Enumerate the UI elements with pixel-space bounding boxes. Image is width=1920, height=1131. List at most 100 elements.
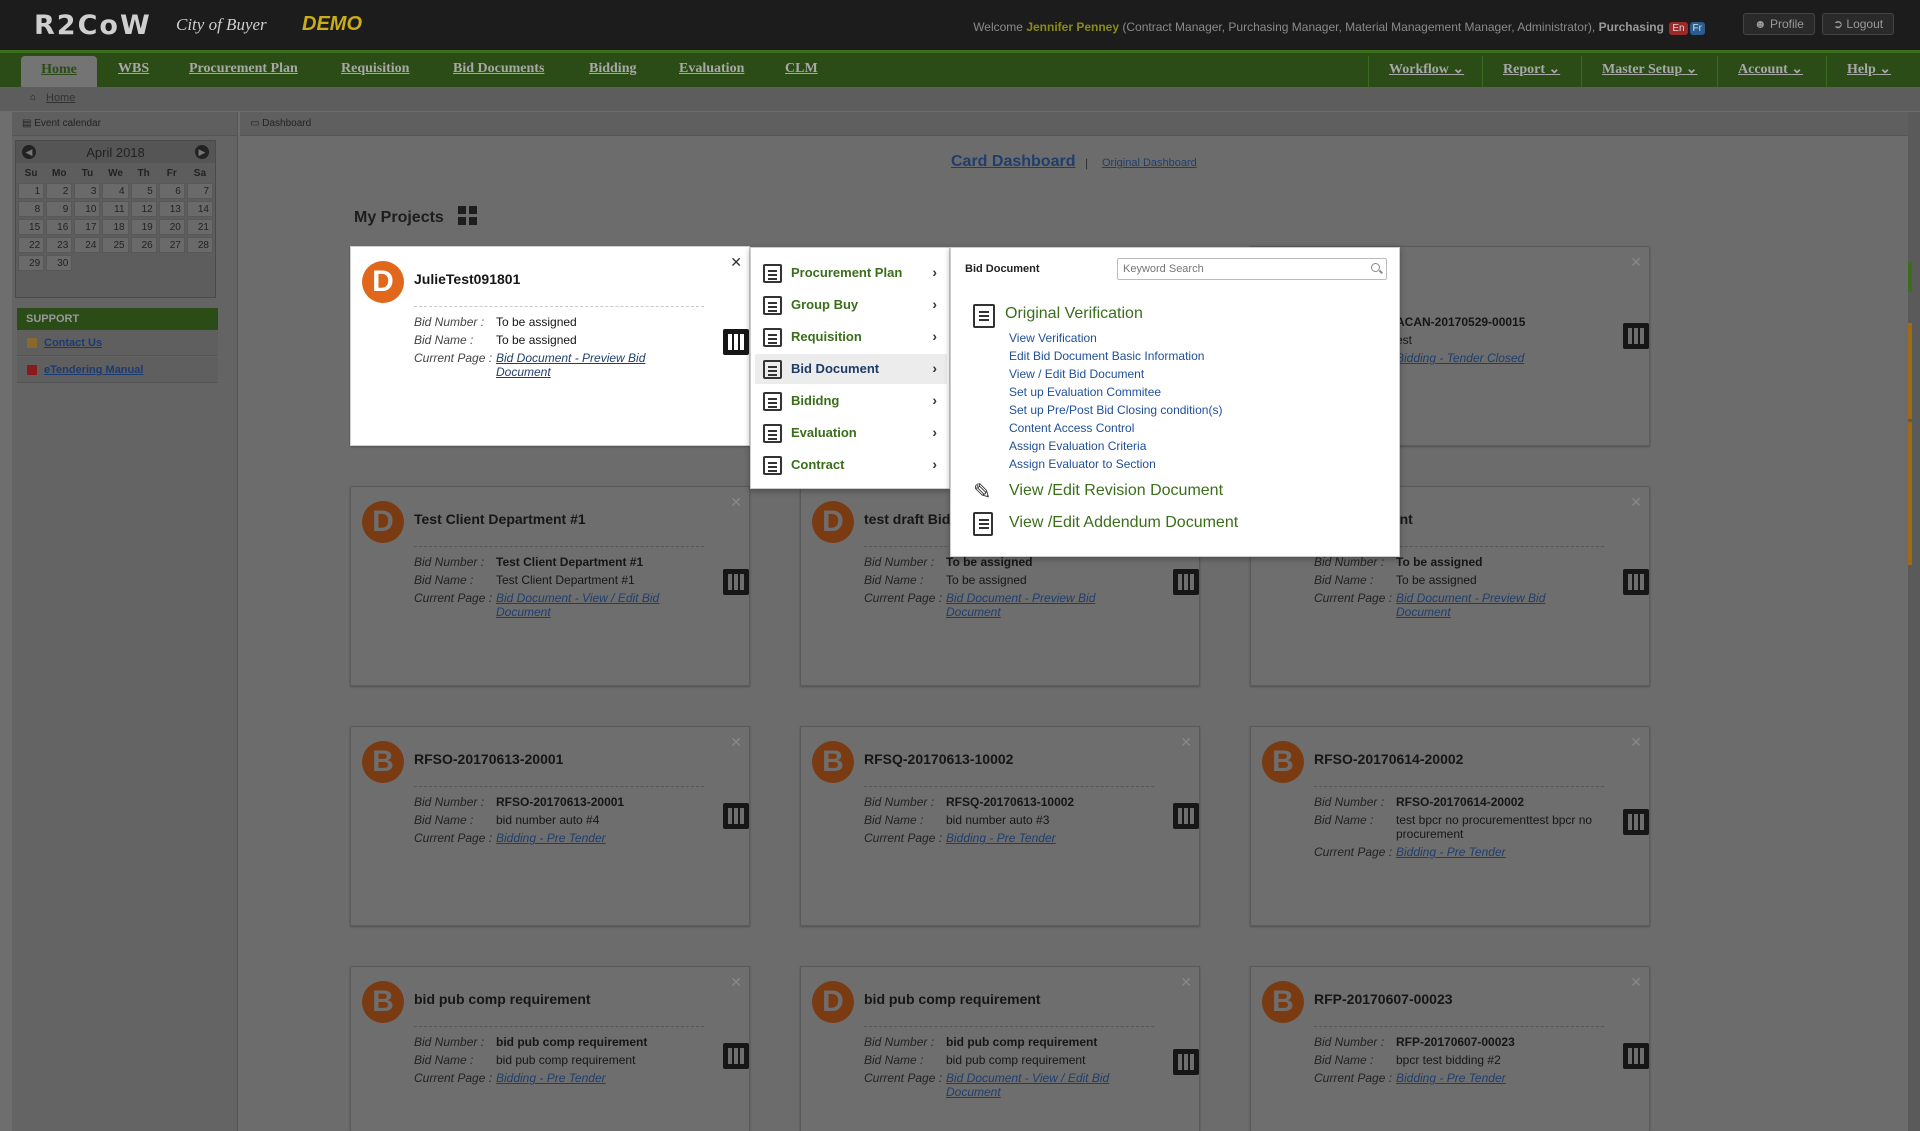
- calendar-day[interactable]: 17: [74, 219, 101, 235]
- card-menu-button[interactable]: [1623, 809, 1649, 835]
- project-card[interactable]: B RFSO-20170613-20001 ✕ Bid Number : RFSO…: [350, 726, 750, 926]
- calendar-day[interactable]: 21: [186, 219, 213, 235]
- menu-item-procurement-plan[interactable]: Procurement Plan ›: [755, 258, 947, 288]
- card-menu-button[interactable]: [723, 569, 749, 595]
- nav-workflow[interactable]: Workflow ⌄: [1368, 56, 1464, 87]
- project-card[interactable]: B RFP-20170607-00023 ✕ Bid Number : RFP-2…: [1250, 966, 1650, 1131]
- current-page-link[interactable]: Bid Document - View / Edit Bid Document: [496, 591, 666, 619]
- calendar-day[interactable]: 5: [130, 183, 157, 199]
- logout-button[interactable]: ➲ Logout: [1822, 13, 1895, 35]
- calendar-day[interactable]: 2: [46, 183, 73, 199]
- current-page-link[interactable]: Bidding - Pre Tender: [1396, 845, 1566, 859]
- project-card[interactable]: B RFSQ-20170613-10002 ✕ Bid Number : RFSQ…: [800, 726, 1200, 926]
- calendar-day[interactable]: 30: [46, 255, 73, 271]
- close-icon[interactable]: ✕: [730, 734, 742, 751]
- calendar-day[interactable]: 25: [102, 237, 129, 253]
- calendar-day[interactable]: 28: [186, 237, 213, 253]
- menu-item-evaluation[interactable]: Evaluation ›: [755, 418, 947, 448]
- card-menu-button[interactable]: [1173, 1049, 1199, 1075]
- project-card[interactable]: D bid pub comp requirement ✕ Bid Number …: [800, 966, 1200, 1131]
- nav-bid-documents[interactable]: Bid Documents: [453, 61, 544, 77]
- assign-evaluation-criteria-link[interactable]: Assign Evaluation Criteria: [1009, 439, 1146, 453]
- calendar-day[interactable]: 10: [74, 201, 101, 217]
- nav-requisition[interactable]: Requisition: [341, 61, 409, 77]
- close-icon[interactable]: ✕: [730, 254, 742, 271]
- calendar-day[interactable]: 7: [186, 183, 213, 199]
- card-menu-button[interactable]: [723, 803, 749, 829]
- close-icon[interactable]: ✕: [730, 974, 742, 991]
- calendar-day[interactable]: 4: [102, 183, 129, 199]
- current-page-link[interactable]: Bid Document - View / Edit Bid Document: [946, 1071, 1116, 1099]
- card-menu-button[interactable]: [1623, 1043, 1649, 1069]
- calendar-day[interactable]: 3: [74, 183, 101, 199]
- calendar-day[interactable]: 26: [130, 237, 157, 253]
- next-month-icon[interactable]: ▶: [195, 145, 209, 159]
- nav-account[interactable]: Account ⌄: [1717, 56, 1803, 87]
- card-menu-button[interactable]: [1173, 803, 1199, 829]
- app-logo[interactable]: R2CoW: [34, 10, 152, 41]
- calendar-day[interactable]: 24: [74, 237, 101, 253]
- prev-month-icon[interactable]: ◀: [22, 145, 36, 159]
- calendar-day[interactable]: 22: [18, 237, 45, 253]
- search-icon[interactable]: [1371, 263, 1380, 272]
- card-dashboard-link[interactable]: Card Dashboard: [951, 153, 1075, 171]
- nav-report[interactable]: Report ⌄: [1482, 56, 1560, 87]
- menu-item-group-buy[interactable]: Group Buy ›: [755, 290, 947, 320]
- nav-procurement-plan[interactable]: Procurement Plan: [189, 61, 298, 77]
- calendar-day[interactable]: 20: [158, 219, 185, 235]
- close-icon[interactable]: ✕: [1630, 254, 1642, 271]
- current-page-link[interactable]: Bidding - Pre Tender: [496, 1071, 666, 1085]
- view-verification-link[interactable]: View Verification: [1009, 331, 1097, 345]
- calendar-day[interactable]: 19: [130, 219, 157, 235]
- lang-fr-button[interactable]: Fr: [1689, 22, 1705, 35]
- close-icon[interactable]: ✕: [1180, 974, 1192, 991]
- calendar-day[interactable]: 12: [130, 201, 157, 217]
- card-menu-button[interactable]: [1173, 569, 1199, 595]
- menu-item-bid-document[interactable]: Bid Document ›: [755, 354, 947, 384]
- current-page-link[interactable]: Bidding - Pre Tender: [946, 831, 1116, 845]
- breadcrumb-home[interactable]: Home: [46, 92, 75, 104]
- current-page-link[interactable]: Bidding - Pre Tender: [496, 831, 666, 845]
- lang-en-button[interactable]: En: [1669, 22, 1688, 35]
- calendar-day[interactable]: 18: [102, 219, 129, 235]
- nav-bidding[interactable]: Bidding: [589, 61, 636, 77]
- card-menu-button[interactable]: [1623, 323, 1649, 349]
- project-card[interactable]: B RFSO-20170614-20002 ✕ Bid Number : RFSO…: [1250, 726, 1650, 926]
- current-page-link[interactable]: Bid Document - Preview Bid Document: [496, 351, 666, 379]
- card-menu-button[interactable]: [723, 1043, 749, 1069]
- evaluation-committee-link[interactable]: Set up Evaluation Commitee: [1009, 385, 1161, 399]
- nav-clm[interactable]: CLM: [785, 61, 818, 77]
- nav-home[interactable]: Home: [21, 56, 97, 87]
- etendering-manual-link[interactable]: eTendering Manual: [17, 357, 218, 383]
- calendar-day[interactable]: 6: [158, 183, 185, 199]
- close-icon[interactable]: ✕: [730, 494, 742, 511]
- nav-master-setup[interactable]: Master Setup ⌄: [1581, 56, 1697, 87]
- calendar-day[interactable]: 14: [186, 201, 213, 217]
- current-page-link[interactable]: Bidding - Tender Closed: [1396, 351, 1566, 365]
- current-page-link[interactable]: Bidding - Pre Tender: [1396, 1071, 1566, 1085]
- close-icon[interactable]: ✕: [1630, 974, 1642, 991]
- menu-item-contract[interactable]: Contract ›: [755, 450, 947, 480]
- grid-view-icon[interactable]: [458, 206, 477, 225]
- calendar-day[interactable]: 13: [158, 201, 185, 217]
- calendar-day[interactable]: 8: [18, 201, 45, 217]
- card-menu-button[interactable]: [723, 329, 749, 355]
- project-card[interactable]: D JulieTest091801 ✕ Bid Number : To be as…: [350, 246, 750, 446]
- original-dashboard-link[interactable]: Original Dashboard: [1102, 157, 1197, 169]
- calendar-day[interactable]: 27: [158, 237, 185, 253]
- nav-help[interactable]: Help ⌄: [1826, 56, 1891, 87]
- menu-item-bidding[interactable]: Bididng ›: [755, 386, 947, 416]
- calendar-day[interactable]: 9: [46, 201, 73, 217]
- keyword-search-input[interactable]: [1117, 258, 1387, 280]
- edit-basic-info-link[interactable]: Edit Bid Document Basic Information: [1009, 349, 1204, 363]
- bid-closing-conditions-link[interactable]: Set up Pre/Post Bid Closing condition(s): [1009, 403, 1222, 417]
- addendum-document-link[interactable]: View /Edit Addendum Document: [1009, 514, 1238, 532]
- contact-us-link[interactable]: Contact Us: [17, 330, 218, 356]
- current-page-link[interactable]: Bid Document - Preview Bid Document: [1396, 591, 1566, 619]
- project-card[interactable]: D Test Client Department #1 ✕ Bid Number…: [350, 486, 750, 686]
- calendar-day[interactable]: 1: [18, 183, 45, 199]
- content-access-control-link[interactable]: Content Access Control: [1009, 421, 1134, 435]
- nav-wbs[interactable]: WBS: [118, 61, 149, 77]
- close-icon[interactable]: ✕: [1180, 734, 1192, 751]
- nav-evaluation[interactable]: Evaluation: [679, 61, 744, 77]
